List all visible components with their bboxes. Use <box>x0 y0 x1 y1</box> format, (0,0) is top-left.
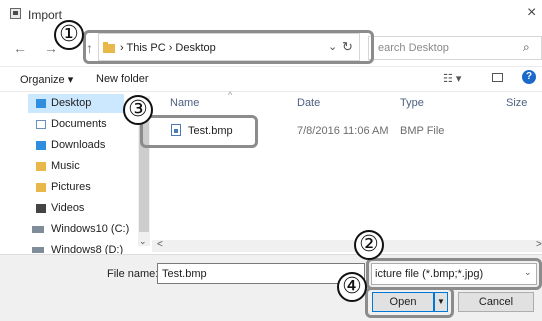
file-date-cell: 7/8/2016 11:06 AM <box>297 125 389 137</box>
drive-d-icon <box>32 247 44 253</box>
column-header-name[interactable]: Name <box>170 97 199 109</box>
view-options-icon[interactable]: ☷ ▾ <box>443 72 461 85</box>
app-icon <box>10 8 21 19</box>
file-name-label: File name: <box>107 268 159 280</box>
file-name-field[interactable] <box>157 263 365 284</box>
help-icon[interactable]: ? <box>522 70 536 84</box>
column-header-type[interactable]: Type <box>400 97 424 109</box>
desktop-folder-icon <box>36 99 46 108</box>
callout-frame-open-button <box>365 287 454 318</box>
videos-icon <box>36 204 46 213</box>
cancel-button[interactable]: Cancel <box>458 292 534 312</box>
organize-menu[interactable]: Organize ▾ <box>20 73 73 86</box>
sidebar-item-drive-c[interactable]: Windows10 (C:) <box>51 223 129 235</box>
music-icon <box>36 162 46 171</box>
new-folder-button[interactable]: New folder <box>96 73 149 85</box>
sidebar-item-desktop[interactable]: Desktop <box>51 97 91 109</box>
callout-frame-address-bar <box>83 30 374 64</box>
sidebar-item-documents[interactable]: Documents <box>51 118 107 130</box>
window-title: Import <box>28 8 63 22</box>
search-icon[interactable]: ⌕ <box>523 40 530 55</box>
scroll-down-icon[interactable]: ⌄ <box>139 236 147 247</box>
callout-number-4: ④ <box>337 272 367 302</box>
search-placeholder[interactable]: earch Desktop <box>378 42 449 54</box>
sidebar-item-music[interactable]: Music <box>51 160 80 172</box>
column-header-size[interactable]: Size <box>506 97 527 109</box>
horizontal-scrollbar[interactable] <box>152 240 542 252</box>
callout-number-3: ③ <box>123 95 153 125</box>
preview-pane-icon[interactable] <box>492 73 503 82</box>
documents-icon <box>36 120 46 129</box>
pictures-icon <box>36 183 46 192</box>
callout-number-1: ① <box>54 20 84 50</box>
sidebar-item-downloads[interactable]: Downloads <box>51 139 105 151</box>
sidebar-item-videos[interactable]: Videos <box>51 202 84 214</box>
back-arrow-icon[interactable]: ← <box>13 40 27 56</box>
callout-frame-file-type <box>366 258 542 290</box>
column-header-date[interactable]: Date <box>297 97 320 109</box>
downloads-icon <box>36 141 46 150</box>
callout-number-2: ② <box>354 230 384 260</box>
sidebar-item-pictures[interactable]: Pictures <box>51 181 91 193</box>
sort-arrow-icon: ^ <box>228 90 233 100</box>
scroll-left-icon[interactable]: < <box>157 239 163 250</box>
file-type-cell: BMP File <box>400 125 445 137</box>
scroll-right-icon[interactable]: > <box>536 239 542 250</box>
close-icon[interactable]: × <box>527 4 536 22</box>
drive-c-icon <box>32 226 44 233</box>
callout-frame-file <box>140 115 258 148</box>
